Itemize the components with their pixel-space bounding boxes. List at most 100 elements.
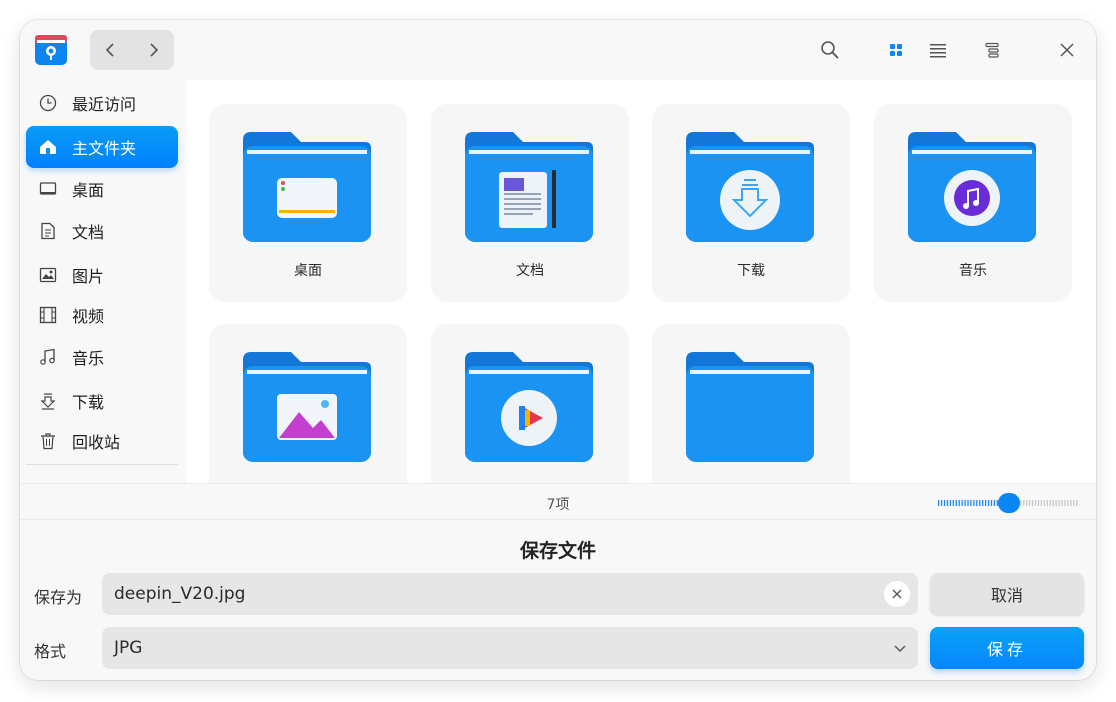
save-as-label: 保存为 xyxy=(34,588,83,607)
folder-label: 下载 xyxy=(737,263,765,279)
forward-button[interactable] xyxy=(132,30,174,70)
zoom-tick xyxy=(1055,500,1057,506)
filename-input[interactable]: deepin_V20.jpg xyxy=(102,573,918,615)
folder-tile[interactable]: 桌面 xyxy=(209,104,407,302)
close-icon xyxy=(1060,43,1074,57)
zoom-tick xyxy=(970,500,972,506)
sidebar-item-label: 最近访问 xyxy=(72,95,137,114)
zoom-slider-handle[interactable] xyxy=(998,493,1020,513)
sidebar-item-label: 回收站 xyxy=(72,433,121,452)
format-label: 格式 xyxy=(34,642,67,661)
zoom-tick xyxy=(961,500,963,506)
zoom-tick xyxy=(946,500,949,506)
chevron-left-icon xyxy=(105,43,114,57)
download-icon xyxy=(38,391,58,411)
trash-icon xyxy=(38,431,58,451)
tree-view-button[interactable] xyxy=(980,38,1004,62)
item-count: 7项 xyxy=(546,497,570,513)
zoom-tick xyxy=(987,500,990,506)
zoom-tick xyxy=(1049,500,1051,506)
zoom-tick xyxy=(1034,500,1037,506)
tree-view-icon xyxy=(985,42,999,58)
zoom-tick xyxy=(1023,500,1025,506)
folder-grid: 桌面 文档 下载 音乐 xyxy=(186,80,1096,483)
sidebar-item-trash[interactable]: 回收站 xyxy=(26,420,178,462)
close-button[interactable] xyxy=(1055,38,1079,62)
sidebar-item-home[interactable]: 主文件夹 xyxy=(26,126,178,168)
folder-tile[interactable] xyxy=(652,324,850,483)
zoom-tick xyxy=(943,500,946,506)
zoom-tick xyxy=(1061,500,1063,506)
home-icon xyxy=(38,137,58,157)
sidebar-item-music[interactable]: 音乐 xyxy=(26,336,178,378)
sidebar-item-desktop[interactable]: 桌面 xyxy=(26,168,178,210)
zoom-tick xyxy=(938,500,940,506)
document-icon xyxy=(38,221,58,241)
zoom-tick xyxy=(958,500,960,506)
title-bar xyxy=(20,20,1096,80)
zoom-tick xyxy=(1052,500,1054,506)
zoom-tick xyxy=(1046,500,1048,506)
sidebar-item-documents[interactable]: 文档 xyxy=(26,210,178,252)
zoom-tick xyxy=(984,500,987,506)
filename-value: deepin_V20.jpg xyxy=(114,584,246,604)
sidebar-item-label: 音乐 xyxy=(72,349,105,368)
cancel-button[interactable]: 取消 xyxy=(930,573,1084,615)
sidebar-item-label: 视频 xyxy=(72,307,105,326)
back-button[interactable] xyxy=(90,30,132,70)
zoom-tick xyxy=(1076,500,1078,506)
zoom-tick xyxy=(1058,500,1060,506)
video-icon xyxy=(38,305,58,325)
format-value: JPG xyxy=(114,638,143,658)
search-button[interactable] xyxy=(818,38,842,62)
navigation-buttons xyxy=(90,30,174,70)
folder-tile[interactable]: 文档 xyxy=(431,104,629,302)
sidebar-item-label: 主文件夹 xyxy=(72,139,137,158)
sidebar-item-videos[interactable]: 视频 xyxy=(26,294,178,336)
zoom-tick xyxy=(1070,500,1072,506)
folder-label: 音乐 xyxy=(959,263,987,279)
save-button[interactable]: 保存 xyxy=(930,627,1084,669)
list-view-icon xyxy=(930,44,946,58)
zoom-slider[interactable] xyxy=(936,492,1078,514)
sidebar: 最近访问 主文件夹 桌面 文档 图片 视频 音乐 下载 回收站 xyxy=(20,80,186,483)
clear-icon xyxy=(892,589,902,599)
sidebar-item-downloads[interactable]: 下载 xyxy=(26,380,178,422)
zoom-tick xyxy=(990,500,993,506)
save-panel: 保存文件 保存为 deepin_V20.jpg 取消 格式 JPG 保存 xyxy=(20,519,1096,680)
zoom-tick xyxy=(1029,500,1031,506)
zoom-tick xyxy=(940,500,943,506)
sidebar-divider xyxy=(26,464,178,465)
music-icon xyxy=(38,347,58,367)
chevron-right-icon xyxy=(150,43,159,57)
folder-tile[interactable] xyxy=(209,324,407,483)
zoom-tick xyxy=(964,500,966,506)
clear-button[interactable] xyxy=(884,581,910,607)
folder-tile[interactable] xyxy=(431,324,629,483)
grid-view-button[interactable] xyxy=(884,38,908,62)
zoom-tick xyxy=(949,500,952,506)
search-icon xyxy=(821,41,839,59)
folder-icon xyxy=(686,352,814,462)
sidebar-item-label: 文档 xyxy=(72,223,105,242)
folder-tile[interactable]: 下载 xyxy=(652,104,850,302)
list-view-button[interactable] xyxy=(926,38,950,62)
sidebar-item-recent[interactable]: 最近访问 xyxy=(26,82,178,124)
grid-view-icon xyxy=(890,44,902,56)
sidebar-item-label: 桌面 xyxy=(72,181,105,200)
desktop-folder-icon xyxy=(243,132,371,242)
picture-icon xyxy=(38,265,58,285)
folder-tile[interactable]: 音乐 xyxy=(874,104,1072,302)
clock-icon xyxy=(38,93,58,113)
zoom-tick xyxy=(955,500,957,506)
videos-folder-icon xyxy=(465,352,593,462)
documents-folder-icon xyxy=(465,132,593,242)
dialog-title: 保存文件 xyxy=(519,540,596,562)
zoom-tick xyxy=(1020,500,1022,506)
sidebar-item-pictures[interactable]: 图片 xyxy=(26,254,178,296)
zoom-tick xyxy=(1073,500,1075,506)
format-select[interactable]: JPG xyxy=(102,627,918,669)
zoom-tick xyxy=(1040,500,1043,506)
zoom-tick xyxy=(1026,500,1028,506)
status-bar: 7项 xyxy=(20,483,1096,520)
